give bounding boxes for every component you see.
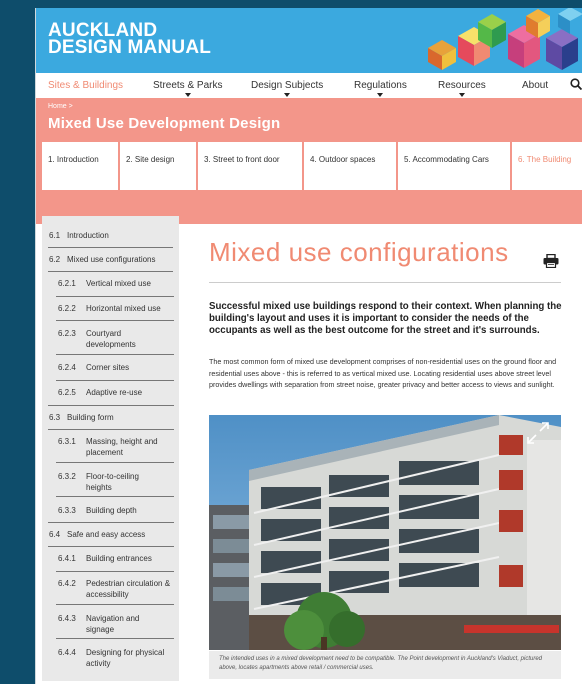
sidebar-divider — [48, 429, 174, 430]
sidebar-item-number: 6.3.3 — [58, 506, 76, 515]
sidebar-item-number: 6.4.2 — [58, 579, 76, 588]
sidebar-item-label: Safe and easy access — [67, 530, 146, 539]
sidebar-divider — [56, 638, 174, 639]
sidebar-divider — [48, 522, 174, 523]
chevron-down-icon — [458, 93, 465, 97]
main-nav: Sites & Buildings Streets & Parks Design… — [36, 73, 582, 98]
body-paragraph: The most common form of mixed use develo… — [209, 357, 557, 390]
heading-rule — [209, 282, 561, 283]
tab-site-design[interactable]: 2. Site design — [120, 142, 196, 190]
sidebar-item-number: 6.4.1 — [58, 554, 76, 563]
sidebar-item-number: 6.1 — [49, 231, 61, 240]
search-icon[interactable] — [570, 78, 582, 90]
sidebar-item-label: Introduction — [67, 231, 109, 240]
sidebar-divider — [56, 571, 174, 572]
section-heading: Mixed use configurations — [209, 237, 509, 267]
building-photo[interactable] — [209, 415, 561, 650]
sidebar-item-number: 6.2.1 — [58, 279, 76, 288]
sidebar-divider — [56, 462, 174, 463]
sidebar-divider — [56, 604, 174, 605]
sidebar-divider — [48, 546, 174, 547]
nav-label: Resources — [438, 80, 486, 91]
sidebar-divider — [48, 271, 173, 272]
page: AUCKLAND DESIGN MANUAL Sites & Buildings… — [35, 8, 582, 684]
nav-label: About — [522, 80, 549, 91]
sidebar-item-number: 6.4 — [49, 530, 61, 539]
sidebar-item-label: Pedestrian circulation & accessibility — [86, 579, 171, 599]
breadcrumb[interactable]: Home > — [48, 103, 73, 110]
chevron-down-icon — [184, 93, 191, 97]
sidebar-item-label: Building depth — [86, 506, 137, 515]
expand-icon[interactable] — [526, 421, 550, 445]
sidebar-item-number: 6.2.2 — [58, 304, 76, 313]
sidebar-item-label: Mixed use configurations — [67, 255, 156, 264]
sidebar-item-label: Building form — [67, 413, 114, 422]
tab-accommodating-cars[interactable]: 5. Accommodating Cars — [398, 142, 510, 190]
sidebar-divider — [56, 320, 174, 321]
page-title-band: Home > Mixed Use Development Design — [36, 98, 582, 140]
tab-introduction[interactable]: 1. Introduction — [42, 142, 118, 190]
sidebar-item-number: 6.2.3 — [58, 329, 76, 338]
nav-regulations[interactable]: Regulations — [354, 80, 407, 97]
tab-street-to-front-door[interactable]: 3. Street to front door — [198, 142, 302, 190]
photo-caption: The intended uses in a mixed development… — [209, 651, 561, 679]
sidebar-item-number: 6.2.5 — [58, 388, 76, 397]
sidebar-item-number: 6.2 — [49, 255, 61, 264]
nav-label: Sites & Buildings — [48, 80, 124, 91]
header-cubes-graphic — [408, 8, 582, 73]
sidebar-divider — [48, 247, 173, 248]
tab-the-building[interactable]: 6. The Building — [512, 142, 582, 190]
sidebar-divider — [56, 354, 174, 355]
nav-sites-buildings[interactable]: Sites & Buildings — [48, 80, 123, 91]
logo-line-2: DESIGN MANUAL — [48, 37, 212, 58]
sidebar-divider — [56, 296, 174, 297]
sidebar-divider — [56, 380, 174, 381]
sidebar-item-label: Adaptive re-use — [86, 388, 143, 397]
sidebar-item-number: 6.3 — [49, 413, 61, 422]
sidebar-item-number: 6.4.3 — [58, 614, 76, 623]
nav-about[interactable]: About — [522, 80, 548, 91]
sidebar-item-label: Building entrances — [86, 554, 152, 563]
site-logo[interactable]: AUCKLAND DESIGN MANUAL — [48, 21, 212, 58]
chevron-down-icon — [284, 93, 291, 97]
lead-paragraph: Successful mixed use buildings respond t… — [209, 301, 562, 336]
nav-label: Regulations — [354, 80, 407, 91]
nav-streets-parks[interactable]: Streets & Parks — [153, 80, 223, 97]
nav-label: Streets & Parks — [153, 80, 223, 91]
nav-resources[interactable]: Resources — [438, 80, 486, 97]
sidebar-divider — [48, 405, 174, 406]
sidebar-item-label: Corner sites — [86, 363, 130, 372]
section-sidebar: 6.1 Introduction 6.2 Mixed use configura… — [42, 216, 179, 681]
nav-design-subjects[interactable]: Design Subjects — [251, 80, 324, 97]
print-icon[interactable] — [543, 254, 559, 268]
tab-outdoor-spaces[interactable]: 4. Outdoor spaces — [304, 142, 396, 190]
sidebar-item-label: Courtyard developments — [86, 329, 136, 349]
sidebar-item-label: Vertical mixed use — [86, 279, 151, 288]
site-header: AUCKLAND DESIGN MANUAL — [36, 8, 582, 73]
chapter-tabs: 1. Introduction 2. Site design 3. Street… — [36, 140, 582, 190]
sidebar-item-label: Horizontal mixed use — [86, 304, 161, 313]
sidebar-divider — [56, 496, 174, 497]
sidebar-item-number: 6.2.4 — [58, 363, 76, 372]
nav-label: Design Subjects — [251, 80, 324, 91]
sidebar-item-number: 6.3.2 — [58, 472, 76, 481]
sidebar-item-label: Designing for physical activity — [86, 648, 165, 668]
sidebar-item-label: Navigation and signage — [86, 614, 140, 634]
sidebar-item-number: 6.3.1 — [58, 437, 76, 446]
sidebar-item-label: Floor-to-ceiling heights — [86, 472, 139, 492]
page-title: Mixed Use Development Design — [48, 115, 281, 132]
sidebar-item-label: Massing, height and placement — [86, 437, 158, 457]
chevron-down-icon — [377, 93, 384, 97]
sidebar-item-number: 6.4.4 — [58, 648, 76, 657]
